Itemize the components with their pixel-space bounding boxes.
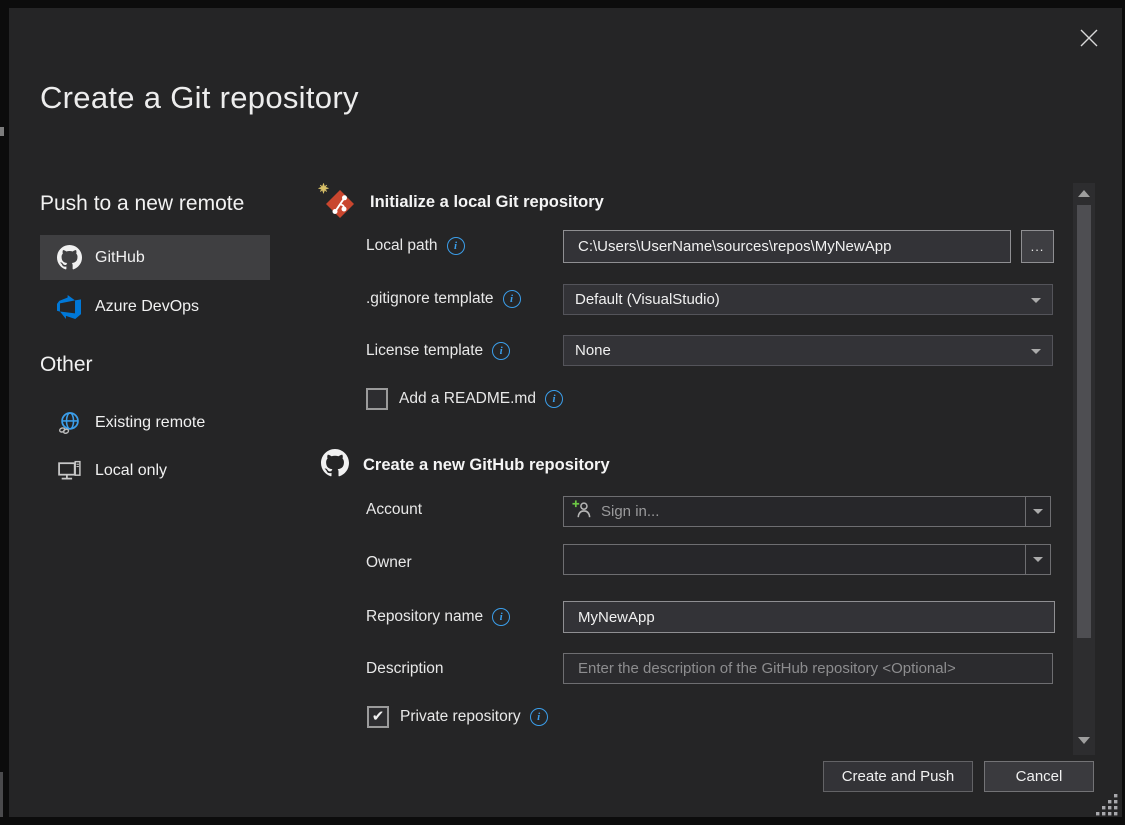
scrollbar-thumb[interactable] <box>1077 205 1091 638</box>
owner-combobox[interactable] <box>563 544 1051 575</box>
browse-button[interactable]: ... <box>1021 230 1054 263</box>
sign-in-user-icon <box>572 499 593 525</box>
dropdown-arrow-icon <box>1033 557 1043 562</box>
github-section-title: Create a new GitHub repository <box>363 456 610 475</box>
dropdown-arrow-icon <box>1033 509 1043 514</box>
readme-label-row: Add a README.md i <box>399 390 563 408</box>
local-path-label: Local path <box>366 237 438 255</box>
license-dropdown[interactable]: None <box>563 335 1053 366</box>
dropdown-arrow-icon <box>1031 349 1041 354</box>
info-icon[interactable]: i <box>503 290 521 308</box>
close-icon <box>1080 29 1098 47</box>
sidebar-item-label: Local only <box>95 462 167 480</box>
resize-grip[interactable] <box>1095 793 1119 822</box>
close-button[interactable] <box>1071 20 1107 56</box>
sidebar-item-local-only[interactable]: Local only <box>40 448 270 493</box>
dialog-title: Create a Git repository <box>40 80 359 116</box>
screen: Create a Git repository Push to a new re… <box>0 0 1125 825</box>
license-label: License template <box>366 342 483 360</box>
push-remote-heading: Push to a new remote <box>40 192 244 216</box>
github-section-header: Create a new GitHub repository <box>321 449 610 482</box>
private-repo-checkbox[interactable]: ✔ <box>367 706 389 728</box>
info-icon[interactable]: i <box>545 390 563 408</box>
readme-label: Add a README.md <box>399 390 536 408</box>
azure-devops-icon <box>56 294 82 320</box>
scrollbar-down-icon[interactable] <box>1078 737 1090 744</box>
vertical-scrollbar[interactable] <box>1073 183 1095 755</box>
cancel-button[interactable]: Cancel <box>984 761 1094 792</box>
account-placeholder: Sign in... <box>601 503 659 520</box>
info-icon[interactable]: i <box>447 237 465 255</box>
owner-label: Owner <box>366 554 412 572</box>
sidebar-item-label: Azure DevOps <box>95 298 199 316</box>
repo-name-input[interactable] <box>563 601 1055 633</box>
new-git-repo-icon <box>318 183 356 221</box>
description-label: Description <box>366 660 444 678</box>
gitignore-label-row: .gitignore template i <box>366 290 521 308</box>
gitignore-dropdown[interactable]: Default (VisualStudio) <box>563 284 1053 315</box>
account-label: Account <box>366 501 422 519</box>
local-path-label-row: Local path i <box>366 237 465 255</box>
license-value: None <box>575 342 611 359</box>
sidebar-item-azure-devops[interactable]: Azure DevOps <box>40 284 270 329</box>
info-icon[interactable]: i <box>530 708 548 726</box>
gitignore-label: .gitignore template <box>366 290 494 308</box>
sidebar-item-label: Existing remote <box>95 414 205 432</box>
description-input[interactable] <box>563 653 1053 684</box>
window-edge-artifact <box>0 772 3 817</box>
repo-name-label: Repository name <box>366 608 483 626</box>
license-label-row: License template i <box>366 342 510 360</box>
private-repo-label-row: Private repository i <box>400 708 548 726</box>
gitignore-value: Default (VisualStudio) <box>575 291 720 308</box>
create-git-repo-dialog: Create a Git repository Push to a new re… <box>9 8 1122 817</box>
account-combobox[interactable]: Sign in... <box>563 496 1051 527</box>
repo-name-label-row: Repository name i <box>366 608 510 626</box>
init-section-title: Initialize a local Git repository <box>370 193 604 212</box>
window-edge-artifact <box>0 127 4 136</box>
scrollbar-up-icon[interactable] <box>1078 190 1090 197</box>
readme-checkbox[interactable] <box>366 388 388 410</box>
other-heading: Other <box>40 353 93 377</box>
account-dropdown-button[interactable] <box>1025 497 1050 526</box>
github-icon <box>321 449 349 482</box>
create-and-push-button[interactable]: Create and Push <box>823 761 973 792</box>
computer-icon <box>56 458 82 484</box>
sidebar-item-label: GitHub <box>95 249 145 267</box>
sidebar-item-github[interactable]: GitHub <box>40 235 270 280</box>
dropdown-arrow-icon <box>1031 298 1041 303</box>
private-repo-label: Private repository <box>400 708 521 726</box>
sidebar-item-existing-remote[interactable]: Existing remote <box>40 400 270 445</box>
github-icon <box>56 245 82 271</box>
owner-dropdown-button[interactable] <box>1025 545 1050 574</box>
info-icon[interactable]: i <box>492 608 510 626</box>
init-section-header: Initialize a local Git repository <box>318 183 604 221</box>
info-icon[interactable]: i <box>492 342 510 360</box>
local-path-input[interactable] <box>563 230 1011 263</box>
globe-remote-icon <box>56 410 82 436</box>
